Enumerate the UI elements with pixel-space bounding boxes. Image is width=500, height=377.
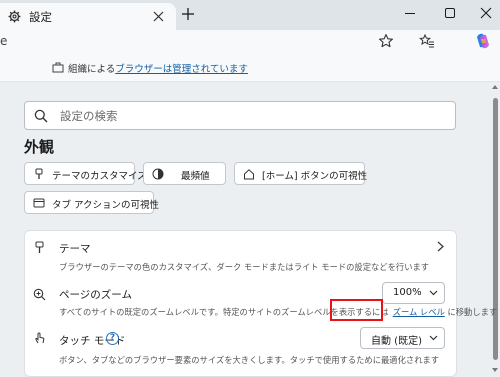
managed-text: 組織によるブラウザーは管理されています (68, 61, 248, 75)
zoom-row-title: ページのズーム (59, 289, 132, 301)
home-button-visibility-label: [ホーム] ボタンの可視性 (262, 171, 368, 182)
favorite-star-icon[interactable] (378, 33, 394, 49)
zoom-desc-after: に移動します (444, 307, 498, 317)
scrollbar-thumb[interactable] (493, 98, 498, 360)
new-tab-icon[interactable] (181, 7, 195, 21)
chevron-right-icon[interactable] (437, 241, 444, 252)
organization-icon (52, 62, 64, 73)
favorites-icon[interactable] (419, 33, 435, 49)
touch-icon (35, 332, 45, 344)
theme-row-title[interactable]: テーマ (59, 241, 91, 256)
tab-actions-visibility-button[interactable]: タブ アクションの可視性 (24, 191, 159, 214)
managed-link[interactable]: ブラウザーは管理されています (115, 64, 248, 75)
scroll-down-icon[interactable] (492, 368, 498, 372)
home-icon (244, 169, 254, 180)
touch-row-desc: ボタン、タブなどのブラウザー要素のサイズを大きくします。タッチで使用するために最… (59, 355, 440, 365)
managed-prefix: 組織による (68, 64, 116, 75)
customize-theme-button[interactable]: テーマのカスタマイズ (24, 162, 147, 185)
zoom-value: 100% (393, 287, 422, 298)
mode-button[interactable]: 最頻値 (143, 162, 226, 185)
zoom-icon (33, 288, 46, 301)
zoom-levels-link[interactable]: ズーム レベル (393, 307, 445, 317)
tab-title: 設定 (29, 10, 52, 24)
copilot-icon[interactable] (474, 32, 492, 50)
zoom-select[interactable]: 100% (382, 282, 445, 304)
theme-brush-icon (35, 241, 44, 253)
address-bar[interactable]: e (0, 30, 500, 54)
minimize-icon[interactable] (405, 13, 415, 14)
tab-actions-visibility-label: タブ アクションの可視性 (52, 200, 160, 211)
managed-notice: 組織によるブラウザーは管理されています (0, 54, 500, 82)
zoom-row-desc: すべてのサイトの既定のズームレベルです。特定のサイトのズームレベルを表示するには… (59, 306, 497, 318)
gear-icon (8, 10, 21, 23)
contrast-icon (152, 168, 164, 180)
settings-tab[interactable]: 設定 (0, 3, 176, 30)
tab-actions-icon (33, 198, 45, 208)
close-tab-icon[interactable] (153, 11, 164, 22)
section-title: 外観 (24, 138, 55, 156)
search-placeholder: 設定の検索 (60, 109, 118, 123)
address-text[interactable]: e (0, 34, 7, 48)
theme-row-desc: ブラウザーのテーマの色のカスタマイズ、ダーク モードまたはライト モードの設定な… (59, 262, 430, 272)
search-icon (34, 109, 48, 123)
customize-theme-label: テーマのカスタマイズ (52, 171, 147, 182)
highlight-box (330, 299, 383, 321)
brush-icon (35, 168, 43, 179)
chevron-down-icon (429, 335, 438, 341)
window-close-icon[interactable] (480, 7, 492, 19)
settings-search-input[interactable]: 設定の検索 (24, 101, 456, 130)
chevron-down-icon (429, 290, 438, 296)
touch-mode-value: 自動 (既定) (371, 336, 422, 347)
help-icon[interactable]: ? (106, 332, 119, 345)
mode-label: 最頻値 (181, 171, 210, 182)
title-bar: 設定 (0, 0, 500, 30)
maximize-icon[interactable] (445, 8, 455, 18)
touch-mode-select[interactable]: 自動 (既定) (360, 327, 445, 349)
scroll-up-icon[interactable] (492, 85, 498, 89)
home-button-visibility-button[interactable]: [ホーム] ボタンの可視性 (234, 162, 368, 185)
